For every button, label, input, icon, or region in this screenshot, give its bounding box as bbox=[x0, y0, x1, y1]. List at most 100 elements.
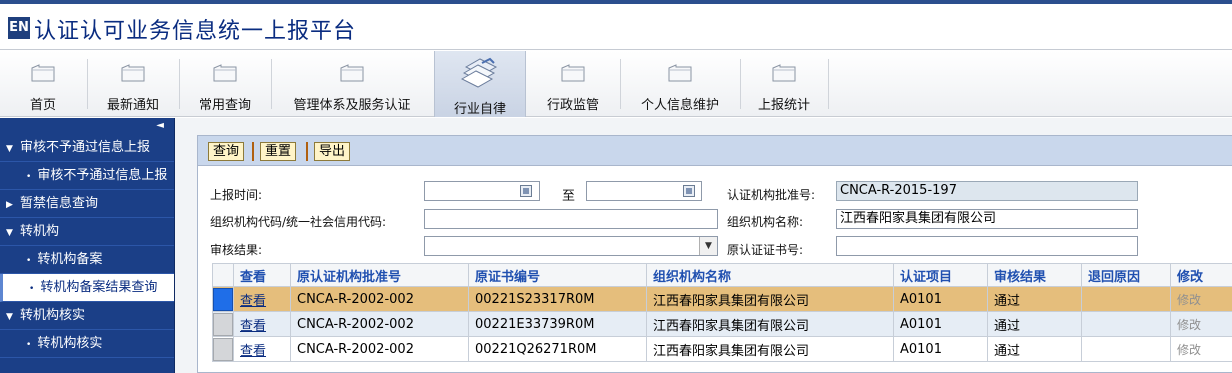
toolbar-item-label: 行政监管 bbox=[546, 98, 599, 113]
row-selector[interactable] bbox=[213, 337, 233, 361]
org-name-label: 组织机构名称: bbox=[727, 215, 804, 229]
sidebar-item-review-rejected-report[interactable]: • 审核不予通过信息上报 bbox=[0, 162, 174, 190]
toolbar-item-label: 首页 bbox=[29, 98, 56, 113]
cert-no-cell: 00221E33739R0M bbox=[468, 311, 647, 337]
approval-no-cell: CNCA-R-2002-002 bbox=[290, 311, 469, 337]
approval-no-field: CNCA-R-2015-197 bbox=[836, 181, 1138, 201]
toolbar-item-industry-self-discipline[interactable]: 行业自律 bbox=[434, 51, 526, 117]
org-code-label: 组织机构代码/统一社会信用代码: bbox=[210, 215, 387, 229]
folder-icon bbox=[561, 64, 585, 82]
report-time-label: 上报时间: bbox=[210, 188, 263, 202]
row-marker[interactable] bbox=[212, 311, 234, 337]
approval-no-label: 认证机构批准号: bbox=[727, 188, 816, 202]
bullet-icon: • bbox=[29, 284, 35, 294]
org-code-input[interactable] bbox=[424, 209, 718, 229]
column-header: 修改 bbox=[1170, 263, 1232, 287]
toolbar-item-label: 常用查询 bbox=[198, 98, 251, 113]
dropdown-arrow-icon[interactable]: ▼ bbox=[699, 237, 717, 255]
column-header[interactable]: 退回原因 bbox=[1081, 263, 1171, 287]
button-divider bbox=[252, 142, 254, 161]
query-button[interactable]: 查询 bbox=[208, 142, 245, 161]
table-header-row: 查看 原认证机构批准号 原证书编号 组织机构名称 认证项目 审核结果 退回原因 … bbox=[212, 263, 1232, 287]
result-cell: 通过 bbox=[987, 286, 1082, 312]
sidebar-group-review-rejected[interactable]: ▼ 审核不予通过信息上报 bbox=[0, 134, 174, 162]
chevron-down-icon: ▼ bbox=[6, 228, 13, 238]
toolbar-item-personal-info[interactable]: 个人信息维护 bbox=[621, 51, 739, 117]
sidebar-group-transfer-verify[interactable]: ▼ 转机构核实 bbox=[0, 302, 174, 330]
approval-no-cell: CNCA-R-2002-002 bbox=[290, 336, 469, 362]
sidebar-item-transfer-verify[interactable]: • 转机构核实 bbox=[0, 330, 174, 358]
results-table: 查看 原认证机构批准号 原证书编号 组织机构名称 认证项目 审核结果 退回原因 … bbox=[212, 263, 1232, 362]
reset-button[interactable]: 重置 bbox=[260, 142, 297, 161]
folder-icon bbox=[668, 64, 692, 82]
toolbar-item-management-system[interactable]: 管理体系及服务认证 bbox=[272, 51, 432, 117]
row-marker[interactable] bbox=[212, 286, 234, 312]
folder-icon bbox=[213, 64, 237, 82]
reason-cell bbox=[1081, 336, 1171, 362]
table-row[interactable]: 查看 CNCA-R-2002-002 00221Q26271R0M 江西春阳家具… bbox=[212, 336, 1232, 362]
calendar-icon[interactable] bbox=[683, 185, 695, 197]
toolbar-item-label: 上报统计 bbox=[757, 98, 810, 113]
reason-cell bbox=[1081, 286, 1171, 312]
view-link[interactable]: 查看 bbox=[240, 294, 266, 309]
column-header[interactable]: 认证项目 bbox=[893, 263, 988, 287]
toolbar-item-common-query[interactable]: 常用查询 bbox=[180, 51, 270, 117]
sidebar-item-transfer-filing-result[interactable]: • 转机构备案结果查询 bbox=[0, 274, 174, 302]
cert-no-cell: 00221Q26271R0M bbox=[468, 336, 647, 362]
table-row[interactable]: 查看 CNCA-R-2002-002 00221S23317R0M 江西春阳家具… bbox=[212, 286, 1232, 312]
row-selector[interactable] bbox=[213, 287, 233, 311]
org-name-cell: 江西春阳家具集团有限公司 bbox=[646, 286, 894, 312]
table-row[interactable]: 查看 CNCA-R-2002-002 00221E33739R0M 江西春阳家具… bbox=[212, 311, 1232, 337]
column-header[interactable]: 原证书编号 bbox=[468, 263, 647, 287]
main-toolbar: 首页 最新通知 常用查询 管理体系及服务认证 行业自律 行政监管 个人信息维护 … bbox=[0, 51, 1232, 117]
view-cell[interactable]: 查看 bbox=[233, 286, 291, 312]
main-content: 查询 重置 导出 上报时间: 至 认证机构批准号: CNCA-R-2015-19… bbox=[175, 118, 1232, 373]
calendar-icon[interactable] bbox=[520, 185, 532, 197]
review-result-label: 审核结果: bbox=[210, 243, 263, 257]
sidebar-item-label: 转机构核实 bbox=[20, 308, 86, 323]
approval-no-cell: CNCA-R-2002-002 bbox=[290, 286, 469, 312]
button-divider bbox=[306, 142, 308, 161]
sidebar-collapse-button[interactable]: ◄ bbox=[0, 118, 174, 134]
orig-cert-no-input[interactable] bbox=[836, 236, 1138, 256]
sidebar-item-label: 转机构 bbox=[20, 224, 60, 239]
sidebar-item-transfer-filing[interactable]: • 转机构备案 bbox=[0, 246, 174, 274]
folder-icon bbox=[31, 64, 55, 82]
app-header: EN 认证认可业务信息统一上报平台 bbox=[0, 4, 1232, 50]
toolbar-item-latest-notice[interactable]: 最新通知 bbox=[88, 51, 178, 117]
toolbar-item-label: 最新通知 bbox=[106, 98, 159, 113]
sidebar-group-transfer-org[interactable]: ▼ 转机构 bbox=[0, 218, 174, 246]
chevron-right-icon: ▶ bbox=[6, 200, 13, 210]
column-header[interactable]: 原认证机构批准号 bbox=[290, 263, 469, 287]
org-name-cell: 江西春阳家具集团有限公司 bbox=[646, 311, 894, 337]
result-cell: 通过 bbox=[987, 336, 1082, 362]
reason-cell bbox=[1081, 311, 1171, 337]
sidebar-item-label: 暂禁信息查询 bbox=[20, 196, 99, 211]
folder-icon bbox=[121, 64, 145, 82]
app-logo: EN bbox=[8, 17, 30, 39]
chevron-down-icon: ▼ bbox=[6, 144, 13, 154]
sidebar-item-label: 审核不予通过信息上报 bbox=[20, 140, 151, 155]
view-cell[interactable]: 查看 bbox=[233, 311, 291, 337]
review-result-select[interactable] bbox=[424, 236, 718, 256]
toolbar-item-admin-supervision[interactable]: 行政监管 bbox=[527, 51, 619, 117]
export-button[interactable]: 导出 bbox=[314, 142, 351, 161]
toolbar-item-home[interactable]: 首页 bbox=[0, 51, 86, 117]
column-header[interactable]: 组织机构名称 bbox=[646, 263, 894, 287]
view-link[interactable]: 查看 bbox=[240, 344, 266, 359]
column-header[interactable]: 审核结果 bbox=[987, 263, 1082, 287]
row-marker[interactable] bbox=[212, 336, 234, 362]
app-title: 认证认可业务信息统一上报平台 bbox=[34, 19, 357, 44]
toolbar-item-report-stats[interactable]: 上报统计 bbox=[741, 51, 827, 117]
bullet-icon: • bbox=[26, 256, 32, 266]
view-link[interactable]: 查看 bbox=[240, 319, 266, 334]
sidebar-item-label: 转机构备案 bbox=[37, 252, 103, 267]
sidebar-item-label: 转机构备案结果查询 bbox=[40, 280, 158, 295]
row-selector[interactable] bbox=[213, 312, 233, 336]
org-name-input[interactable]: 江西春阳家具集团有限公司 bbox=[836, 209, 1138, 229]
sidebar-group-suspension-query[interactable]: ▶ 暂禁信息查询 bbox=[0, 190, 174, 218]
view-cell[interactable]: 查看 bbox=[233, 336, 291, 362]
bullet-icon: • bbox=[26, 172, 32, 182]
content-gutter bbox=[175, 118, 197, 373]
cert-no-cell: 00221S23317R0M bbox=[468, 286, 647, 312]
